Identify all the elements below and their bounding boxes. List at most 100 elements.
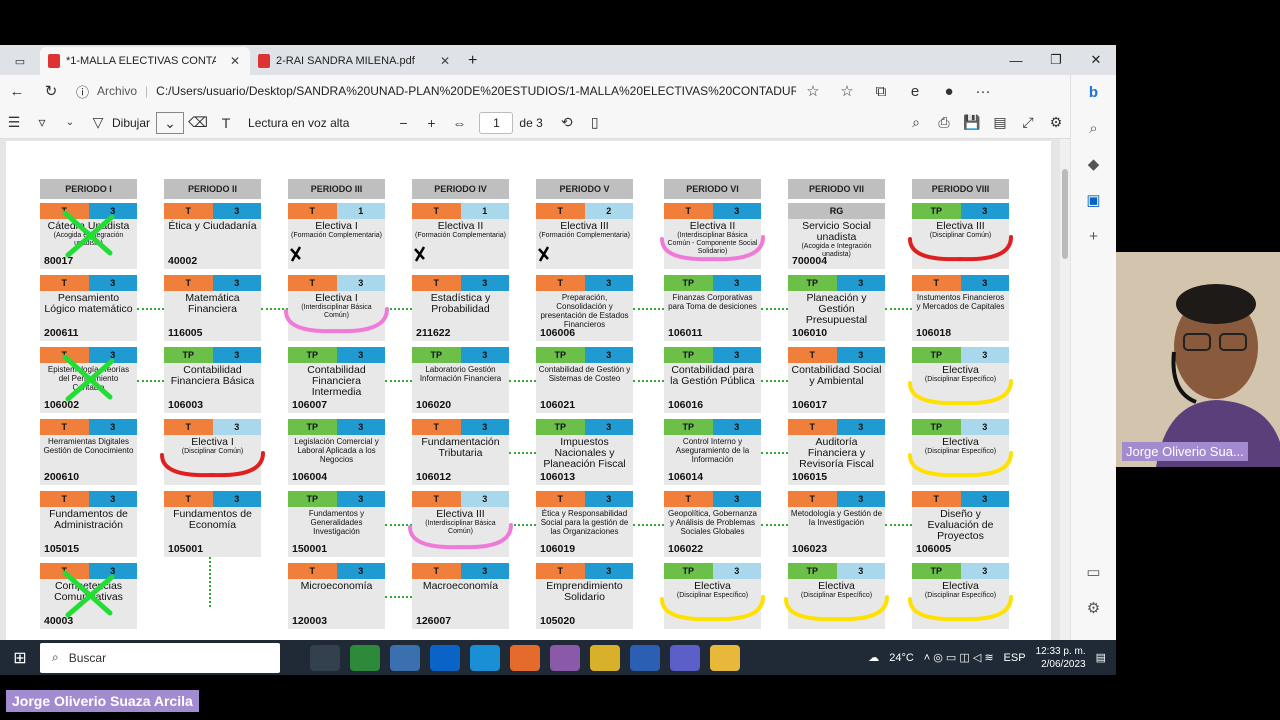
draw-button[interactable]: Dibujar [112,116,150,130]
app-icon[interactable] [390,644,420,671]
page-number-input[interactable]: 1 [479,111,514,134]
save-icon[interactable]: 💾 [958,114,986,131]
rotate-icon[interactable]: ⟲ [553,114,581,131]
clock[interactable]: 12:33 p. m. 2/06/2023 [1036,645,1086,671]
course-code: 200611 [44,327,79,339]
back-icon[interactable]: ← [0,83,34,100]
green-app-icon[interactable] [350,644,380,671]
contents-icon[interactable]: ☰ [0,114,28,131]
draw-options-icon[interactable]: ⌄ [156,111,185,134]
type-tag: T [788,491,837,507]
vertical-scrollbar[interactable] [1060,139,1070,675]
shopping-icon[interactable]: ◆ [1071,147,1116,183]
restore-icon[interactable]: ❐ [1036,52,1076,68]
refresh-icon[interactable]: ↻ [34,82,68,100]
firefox-icon[interactable] [510,644,540,671]
explorer-icon[interactable] [710,644,740,671]
teams-icon[interactable] [670,644,700,671]
course-name: Diseño y Evaluación de Proyectos [914,509,1007,542]
zoom-out-icon[interactable]: − [389,115,417,131]
outlook-icon[interactable] [430,644,460,671]
course-name: Electiva (Disciplinar Específico) [914,365,1007,384]
favorite-icon[interactable]: ☆ [796,82,830,100]
course-name: Pensamiento Lógico matemático [42,293,135,315]
credits-tag: 3 [960,275,1009,291]
search-icon[interactable]: ⌕ [1071,111,1116,147]
type-tag: T [164,419,213,435]
weather-temp[interactable]: 24°C [889,652,914,664]
tab-actions-icon[interactable]: ▭ [0,47,40,75]
close-window-icon[interactable]: ✕ [1076,52,1116,68]
new-tab-button[interactable]: + [460,47,485,75]
type-tag: T [288,203,337,219]
bing-icon[interactable]: b [1071,75,1116,111]
edge-icon[interactable] [470,644,500,671]
settings-icon[interactable]: ⚙ [1071,591,1116,627]
read-aloud-button[interactable]: Lectura en voz alta [248,116,349,130]
search-icon[interactable]: ⌕ [902,114,930,131]
course-name: Estadística y Probabilidad [414,293,507,315]
course-name: Contabilidad Financiera Intermedia [290,365,383,398]
sidebar-layout-icon[interactable]: ▭ [1071,555,1116,591]
course-card: T 3 Contabilidad Social y Ambiental 106017 [788,347,885,413]
more-icon[interactable]: ··· [966,83,1000,100]
language-indicator[interactable]: ESP [1004,652,1026,664]
file-label: Archivo [97,84,138,98]
collections-icon[interactable]: ⧉ [864,83,898,100]
settings-icon[interactable]: ⚙ [1042,114,1070,131]
profile-avatar[interactable]: ● [932,83,966,100]
add-icon[interactable]: + [1071,219,1116,255]
save-as-icon[interactable]: ▤ [986,114,1014,131]
course-name: Electiva (Disciplinar Específico) [790,581,883,600]
prerequisite-connector [885,308,912,310]
close-icon[interactable]: ✕ [440,54,450,68]
tab-bar: ▭ *1-MALLA ELECTIVAS CONTADU ✕ 2-RAI SAN… [0,45,1116,75]
type-tag: TP [536,419,585,435]
prerequisite-connector [633,380,664,382]
fit-page-icon[interactable]: ⇔ [445,115,473,131]
word-icon[interactable] [630,644,660,671]
type-tag: T [288,275,337,291]
task-view-icon[interactable] [310,644,340,671]
zoom-in-icon[interactable]: + [417,115,445,131]
course-code: 126007 [416,615,452,627]
credit-tag: T3 [912,491,1009,507]
eraser-icon[interactable]: ⌫ [184,114,212,131]
print-icon[interactable]: ⎙ [930,114,958,131]
windows-start-icon[interactable]: ⊞ [0,648,40,668]
chrome-icon[interactable] [590,644,620,671]
course-subtitle: (Formación Complementaria) [414,232,507,239]
tab-malla[interactable]: *1-MALLA ELECTIVAS CONTADU ✕ [40,47,250,75]
weather-icon[interactable]: ☁ [868,651,879,664]
page-view-icon[interactable]: ▯ [581,114,609,131]
chevron-down-icon[interactable]: ⌄ [56,117,84,128]
taskbar-search[interactable]: ⌕ Buscar [40,642,280,673]
app-icon[interactable] [550,644,580,671]
tray-icons[interactable]: ˄ ◎ ▭ ◫ ◁ ≋ [924,651,994,664]
highlight-icon[interactable]: ▿ [28,114,56,131]
credit-tag: TP 3 [288,419,385,435]
favorites-list-icon[interactable]: ☆ [830,82,864,100]
url-field[interactable]: ⓘ Archivo | C:/Users/usuario/Desktop/SAN… [76,82,796,101]
draw-icon[interactable]: ▽ [84,114,112,131]
type-tag: T [164,203,213,219]
credit-tag: TP 3 [664,275,761,291]
course-name: Servicio Social unadista (Acogida e Integ… [790,221,883,259]
course-title: Preparación, Consolidación y presentació… [540,293,629,329]
credits-tag: 3 [88,563,137,579]
course-card: RG Servicio Social unadista (Acogida e Int… [788,203,885,269]
type-tag: TP [788,563,837,579]
pdf-page: PERIODO I PERIODO II PERIODO III PERIODO IV… [6,141,1051,675]
extension-icon[interactable]: e [898,83,932,100]
course-card: TP 3 Impuestos Nacionales y Planeación Fis… [536,419,633,485]
notifications-icon[interactable]: ▤ [1096,651,1106,664]
fullscreen-icon[interactable]: ⤢ [1014,114,1042,131]
tab-rai[interactable]: 2-RAI SANDRA MILENA.pdf ✕ [250,47,460,75]
outlook-icon[interactable]: ▣ [1071,183,1116,219]
text-icon[interactable]: T [212,115,240,131]
course-code: 106022 [668,543,704,555]
course-card: T 3 Preparación, Consolidación y presentac… [536,275,633,341]
minimize-icon[interactable]: — [996,53,1036,68]
close-icon[interactable]: ✕ [230,54,240,68]
course-name: Electiva II (Formación Complementaria) [414,221,507,240]
